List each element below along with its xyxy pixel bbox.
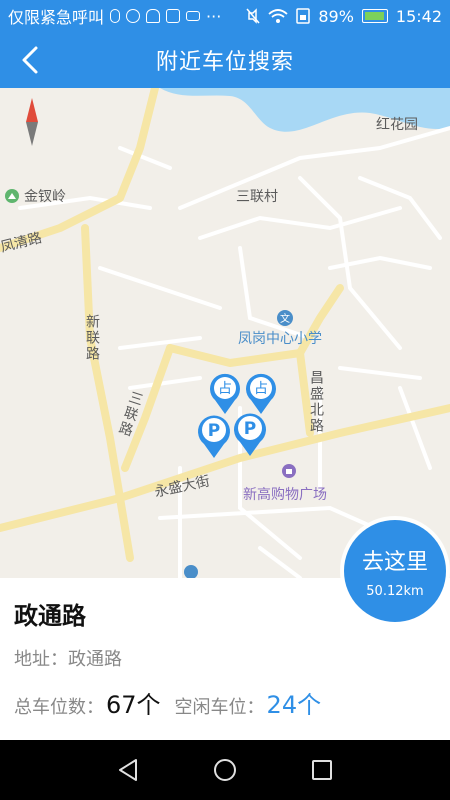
map-view[interactable]: 文 占 占 P P 红花园 金钗岭 三联村 凤清路 新联路 凤岗中心小学 昌盛北… <box>0 88 450 578</box>
minor-road <box>98 266 222 310</box>
image-icon <box>166 9 181 23</box>
square-recents-icon <box>311 760 332 780</box>
mountain-icon <box>5 189 19 203</box>
map-label-fenggang-school: 凤岗中心小学 <box>238 331 322 347</box>
chevron-left-icon <box>22 46 38 74</box>
sim-icon <box>296 8 311 24</box>
keyboard-icon <box>186 11 201 21</box>
occupied-marker: 占 <box>210 373 240 414</box>
system-nav-bar <box>0 740 450 800</box>
space-count-row: 总车位数： 67个 空闲车位： 24个 <box>14 685 436 720</box>
go-here-button[interactable]: 去这里 50.12km <box>344 520 446 622</box>
map-label-sanlian-village: 三联村 <box>236 189 278 205</box>
minor-road <box>128 376 202 390</box>
page-title: 附近车位搜索 <box>155 50 294 75</box>
map-label-xinlian-road: 新联路 <box>84 314 100 362</box>
nav-recents-button[interactable] <box>307 755 337 785</box>
marker-label: 占 <box>254 381 268 397</box>
map-label-jinchaling: 金钗岭 <box>24 189 66 205</box>
battery-percent: 89% <box>318 6 354 26</box>
mute-icon <box>246 8 260 24</box>
status-bar: 仅限紧急呼叫 ··· 89% 15:42 <box>0 0 450 32</box>
nav-back-button[interactable] <box>113 755 143 785</box>
free-spaces-value: 24个 <box>266 691 322 719</box>
marker-label: 占 <box>218 381 232 397</box>
nav-home-button[interactable] <box>210 755 240 785</box>
map-label-honghuayuan: 红花园 <box>376 117 418 133</box>
minor-road <box>198 206 402 240</box>
distance-label: 50.12km <box>366 583 424 599</box>
minor-road <box>338 366 422 380</box>
android-icon <box>146 9 161 23</box>
free-spaces-label: 空闲车位： <box>174 697 265 718</box>
go-here-label: 去这里 <box>361 549 428 575</box>
parking-marker: P <box>198 415 230 458</box>
clinic-icon <box>184 565 198 578</box>
status-right: 89% 15:42 <box>246 7 442 26</box>
minor-road <box>398 386 432 470</box>
map-label-xingao-mall: 新高购物广场 <box>243 487 327 503</box>
battery-icon <box>361 9 388 23</box>
triangle-back-icon <box>119 759 138 781</box>
map-canvas: 文 占 占 P P <box>0 88 450 578</box>
minor-road <box>238 246 312 340</box>
status-left: 仅限紧急呼叫 ··· <box>8 4 221 28</box>
map-label-changsheng-north: 昌盛北路 <box>308 370 324 434</box>
title-bar: 附近车位搜索 <box>0 32 450 88</box>
minor-road <box>118 146 172 170</box>
status-carrier-text: 仅限紧急呼叫 <box>8 8 105 27</box>
back-button[interactable] <box>14 44 46 76</box>
notification-badge-icon <box>126 9 141 23</box>
mall-icon <box>282 464 296 478</box>
circle-home-icon <box>213 759 236 781</box>
more-notifications-icon: ··· <box>206 6 222 26</box>
address-label: 地址： <box>14 649 68 670</box>
address-row: 地址：政通路 <box>14 645 436 671</box>
status-time: 15:42 <box>395 6 442 26</box>
usb-icon <box>110 9 121 23</box>
svg-text:文: 文 <box>280 312 290 325</box>
compass-icon <box>26 98 38 146</box>
school-icon: 文 <box>277 310 293 326</box>
major-road-fengqing <box>0 88 159 252</box>
minor-road <box>118 336 202 350</box>
marker-label: P <box>208 421 220 441</box>
wifi-icon <box>268 9 288 23</box>
occupied-marker: 占 <box>246 373 276 414</box>
total-spaces-value: 67个 <box>106 691 161 719</box>
marker-label: P <box>244 419 256 439</box>
address-value: 政通路 <box>68 649 122 670</box>
total-spaces-label: 总车位数： <box>14 697 104 718</box>
